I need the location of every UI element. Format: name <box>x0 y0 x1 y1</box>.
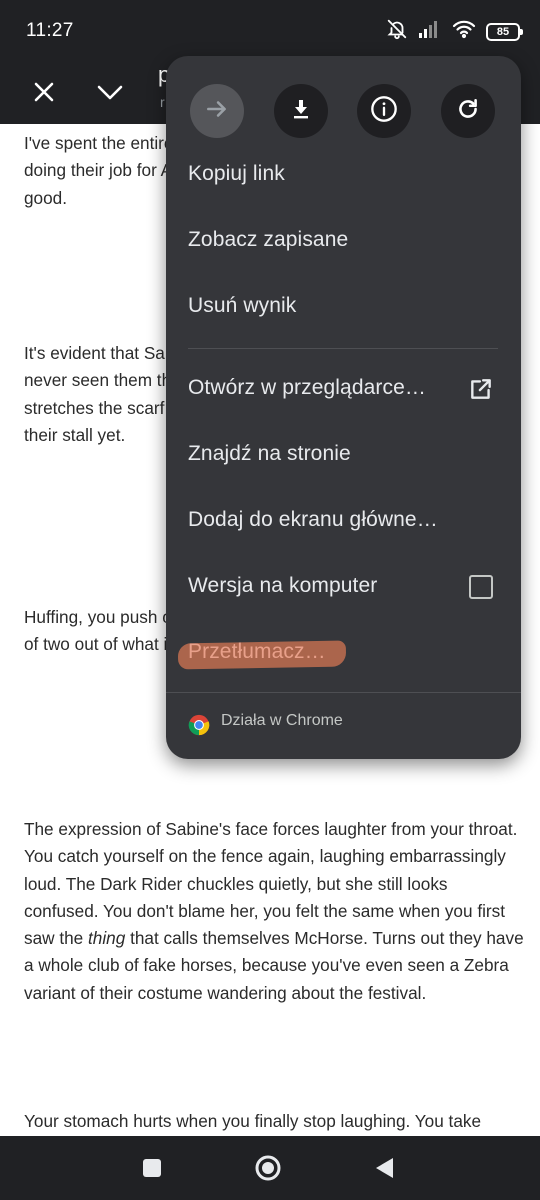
menu-item-label: Wersja na komputer <box>188 574 378 597</box>
back-button[interactable] <box>366 1150 402 1186</box>
menu-item-translate[interactable]: Przetłumacz… <box>166 622 521 686</box>
menu-item-open-in-browser[interactable]: Otwórz w przeglądarce… <box>166 358 521 422</box>
chevron-down-icon[interactable] <box>88 70 132 114</box>
menu-item-label: Dodaj do ekranu główne… <box>188 508 438 531</box>
status-icons: 85 <box>386 18 523 45</box>
powered-by-chrome: Działa w Chrome <box>221 712 343 729</box>
menu-item-label: Kopiuj link <box>188 162 285 185</box>
download-icon <box>289 97 313 126</box>
status-time: 11:27 <box>26 20 74 41</box>
forward-icon <box>204 96 230 127</box>
paragraph: The expression of Sabine's face forces l… <box>24 819 524 1003</box>
emphasis-text: thing <box>88 928 126 949</box>
signal-icon <box>418 19 442 44</box>
home-button[interactable] <box>250 1150 286 1186</box>
refresh-icon <box>455 96 481 127</box>
status-bar: 11:27 85 <box>0 0 540 60</box>
menu-item-add-to-home[interactable]: Dodaj do ekranu główne… <box>166 490 521 554</box>
menu-item-label: Otwórz w przeglądarce… <box>188 376 426 399</box>
chrome-logo-icon <box>188 714 210 736</box>
recents-button[interactable] <box>134 1150 170 1186</box>
menu-item-desktop-site[interactable]: Wersja na komputer <box>166 556 521 620</box>
info-button[interactable] <box>357 84 411 138</box>
menu-item-delete-result[interactable]: Usuń wynik <box>166 276 521 340</box>
menu-item-label: Znajdź na stronie <box>188 442 351 465</box>
menu-item-copy-link[interactable]: Kopiuj link <box>166 144 521 208</box>
open-in-new-icon <box>467 375 495 403</box>
battery-level: 85 <box>496 25 510 38</box>
wifi-icon <box>452 19 476 44</box>
battery-icon: 85 <box>486 22 523 41</box>
paragraph: Your stomach hurts when you finally stop… <box>24 1111 482 1131</box>
menu-item-find-in-page[interactable]: Znajdź na stronie <box>166 424 521 488</box>
menu-divider <box>188 348 498 349</box>
checkbox-icon <box>469 575 493 599</box>
desktop-site-checkbox[interactable] <box>467 573 495 601</box>
menu-item-view-saved[interactable]: Zobacz zapisane <box>166 210 521 274</box>
refresh-button[interactable] <box>441 84 495 138</box>
info-icon <box>370 95 398 128</box>
forward-button[interactable] <box>190 84 244 138</box>
menu-item-label: Przetłumacz… <box>188 640 326 663</box>
bell-muted-icon <box>386 18 408 45</box>
download-button[interactable] <box>274 84 328 138</box>
menu-item-label: Usuń wynik <box>188 294 297 317</box>
system-nav-bar <box>0 1136 540 1200</box>
menu-item-label: Zobacz zapisane <box>188 228 349 251</box>
menu-footer: Działa w Chrome <box>166 692 521 759</box>
menu-action-row <box>166 70 521 154</box>
page-url: r <box>160 94 165 110</box>
close-icon[interactable] <box>22 70 66 114</box>
overflow-menu: Kopiuj link Zobacz zapisane Usuń wynik O… <box>166 56 521 759</box>
